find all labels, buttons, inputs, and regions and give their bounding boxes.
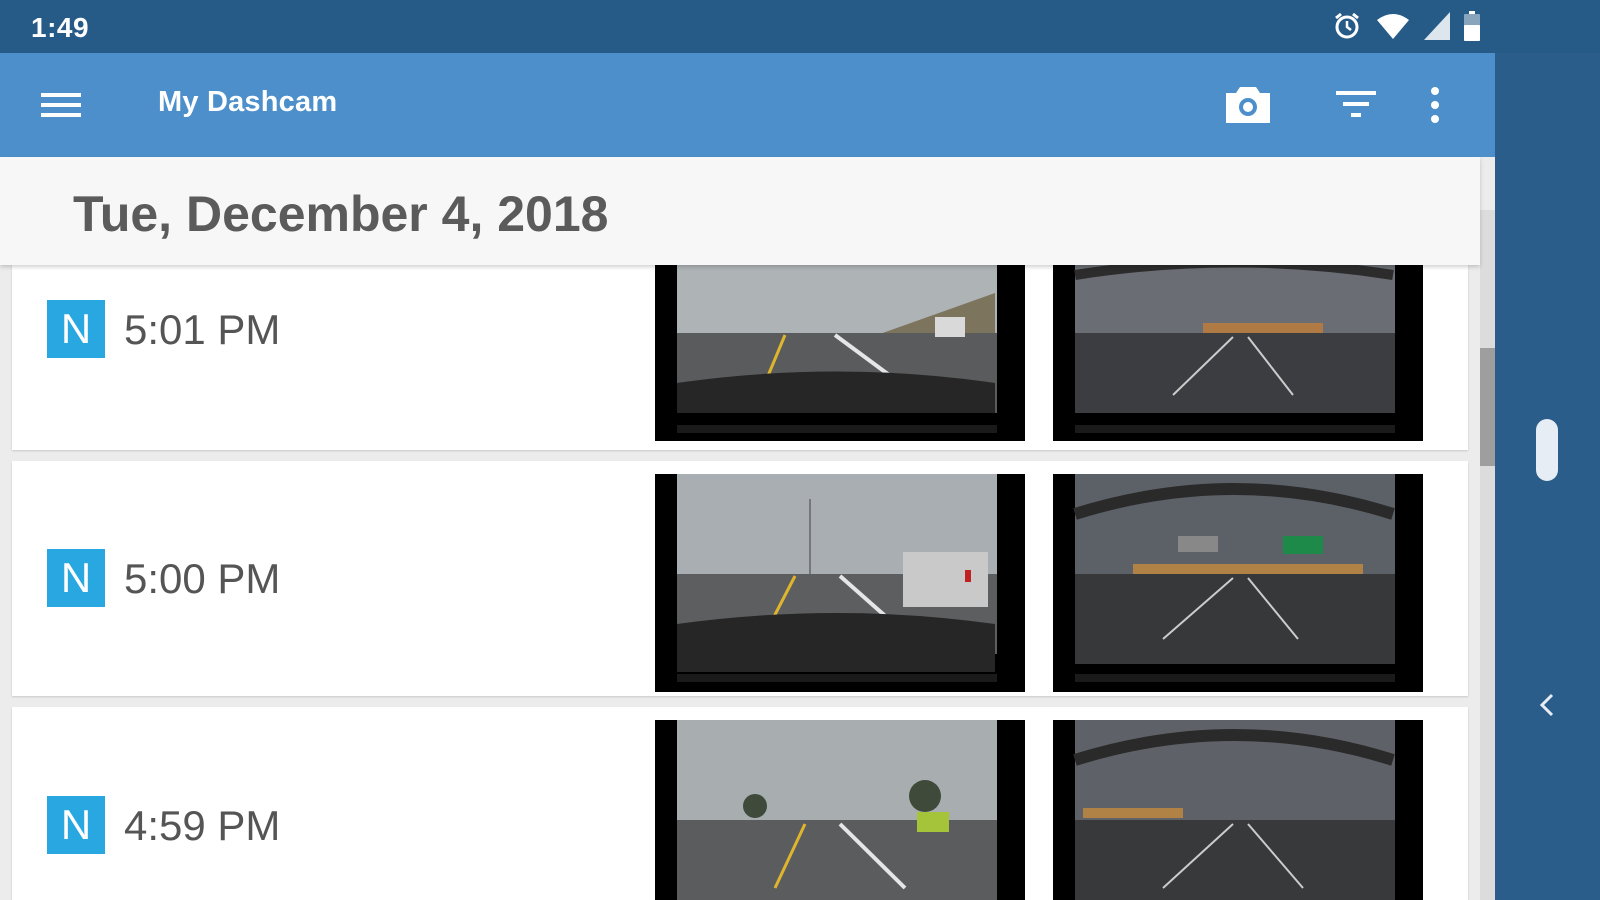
- app-title: My Dashcam: [158, 86, 338, 118]
- front-camera-thumbnail[interactable]: [655, 474, 1025, 692]
- rear-camera-thumbnail[interactable]: [1053, 265, 1423, 441]
- alarm-icon: [1332, 11, 1362, 41]
- rear-camera-thumbnail[interactable]: [1053, 474, 1423, 692]
- list-scrollbar[interactable]: [1480, 210, 1495, 900]
- app-window: My Dashcam Tue, December 4, 2018 N 5:01 …: [0, 53, 1495, 900]
- status-time: 1:49: [31, 12, 90, 43]
- rear-camera-thumbnail[interactable]: [1053, 720, 1423, 900]
- status-icons: [1332, 10, 1480, 42]
- normal-badge: N: [47, 796, 105, 854]
- recording-time: 5:00 PM: [124, 555, 281, 602]
- normal-badge: N: [47, 300, 105, 358]
- menu-icon[interactable]: [38, 85, 84, 125]
- recording-list: N 5:01 PM N 5:00 PM N 4:59 PM: [0, 245, 1480, 900]
- battery-icon: [1464, 11, 1480, 41]
- filter-icon: [1330, 91, 1382, 135]
- filter-button[interactable]: [1330, 79, 1382, 131]
- camera-button[interactable]: [1222, 79, 1274, 131]
- side-panel-handle[interactable]: [1536, 419, 1558, 481]
- recording-row[interactable]: N 5:00 PM: [12, 461, 1468, 696]
- date-header: Tue, December 4, 2018: [0, 157, 1480, 265]
- recording-time: 4:59 PM: [124, 802, 281, 849]
- front-camera-thumbnail[interactable]: [655, 265, 1025, 441]
- status-bar: 1:49: [0, 0, 1600, 53]
- more-vert-icon: [1423, 87, 1447, 135]
- date-title: Tue, December 4, 2018: [73, 186, 609, 242]
- more-options-button[interactable]: [1423, 79, 1475, 131]
- signal-icon: [1424, 12, 1450, 40]
- front-camera-thumbnail[interactable]: [655, 720, 1025, 900]
- wifi-icon: [1376, 12, 1410, 40]
- app-bar: My Dashcam: [0, 53, 1495, 157]
- camera-icon: [1222, 87, 1274, 135]
- recording-row[interactable]: N 4:59 PM: [12, 707, 1468, 900]
- normal-badge: N: [47, 549, 105, 607]
- scrollbar-thumb[interactable]: [1480, 348, 1495, 466]
- recording-row[interactable]: N 5:01 PM: [12, 245, 1468, 450]
- recording-time: 5:01 PM: [124, 306, 281, 353]
- chevron-left-icon[interactable]: [1536, 690, 1558, 720]
